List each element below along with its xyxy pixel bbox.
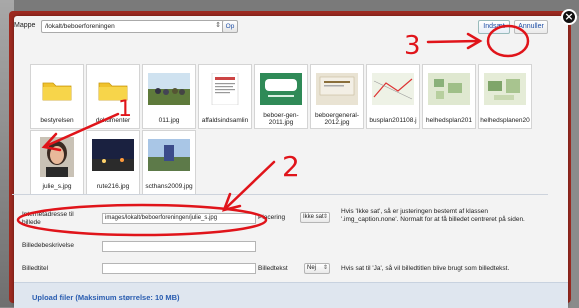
placement-help: Hvis 'Ikke sat', så er justeringen beste… xyxy=(341,208,525,223)
gallery-caption: helhedsplanen20 xyxy=(480,117,530,124)
folder-icon xyxy=(98,82,128,101)
select-arrows-icon: ⇕ xyxy=(215,22,221,29)
gallery-caption: bestyrelsen xyxy=(40,117,74,124)
url-input[interactable]: images/lokalt/beboerforeningen/julie_s.j… xyxy=(102,213,256,224)
placement-value: Ikke sat xyxy=(303,214,324,220)
title-label: Billedtitel xyxy=(22,265,49,272)
gallery-caption: busplan201108.j xyxy=(369,117,417,124)
gallery-caption: beboer-gen-2011.jpg xyxy=(263,112,299,126)
placement-label: Placering xyxy=(258,214,286,221)
map-thumbnail xyxy=(428,73,470,105)
gallery-caption: scthans2009.jpg xyxy=(145,183,193,190)
caption-help: Hvis sat til 'Ja', så vil billedtitlen b… xyxy=(341,265,510,272)
gallery-caption: affaldsindsamlin xyxy=(201,117,249,124)
gallery-item[interactable]: scthans2009.jpg xyxy=(142,130,196,195)
close-icon[interactable]: × xyxy=(561,9,577,25)
gallery-caption: 011.jpg xyxy=(158,117,180,124)
gallery-item[interactable]: affaldsindsamlin xyxy=(198,64,252,129)
gallery-item[interactable]: beboergeneral-2012.jpg xyxy=(310,64,364,129)
map-thumbnail xyxy=(484,73,526,105)
select-arrows-icon: ⇕ xyxy=(322,265,328,271)
folder-label: Mappe xyxy=(14,22,36,29)
insert-button[interactable]: Indsæt xyxy=(478,20,510,34)
folder-bar: Mappe /lokalt/beboerforeningen ⇕ Op xyxy=(14,20,544,36)
caption-select[interactable]: Nej ⇕ xyxy=(304,263,330,274)
placement-select[interactable]: Ikke sat ⇕ xyxy=(300,212,330,223)
folder-icon xyxy=(42,82,72,101)
caption-label: Billedtekst xyxy=(258,265,288,272)
map-thumbnail xyxy=(372,73,414,105)
upload-section[interactable]: Upload filer (Maksimum størrelse: 10 MB) xyxy=(14,282,568,308)
gallery-caption: rute216.jpg xyxy=(96,183,130,190)
gallery-item[interactable]: bestyrelsen xyxy=(30,64,84,129)
media-gallery: bestyrelsen dokumenter 011.jpg affaldsin… xyxy=(10,46,554,196)
gallery-item[interactable]: busplan201108.j xyxy=(366,64,420,129)
description-input[interactable] xyxy=(102,241,256,252)
url-label: Internetadresse til billede xyxy=(22,211,74,226)
gallery-item[interactable]: 011.jpg xyxy=(142,64,196,129)
gallery-caption: beboergeneral-2012.jpg xyxy=(314,112,360,126)
document-thumbnail xyxy=(211,73,239,105)
caption-value: Nej xyxy=(307,265,317,271)
gallery-item[interactable]: helhedsplan201 xyxy=(422,64,476,129)
gallery-item[interactable]: helhedsplanen20 xyxy=(478,64,532,129)
gallery-item[interactable]: rute216.jpg xyxy=(86,130,140,195)
up-button[interactable]: Op xyxy=(222,20,238,33)
gallery-item[interactable]: dokumenter xyxy=(86,64,140,129)
portrait-thumbnail xyxy=(40,137,74,177)
gallery-caption: helhedsplan201 xyxy=(426,117,472,124)
gallery-item[interactable]: beboer-gen-2011.jpg xyxy=(254,64,308,129)
photo-thumbnail xyxy=(148,139,190,171)
upload-title: Upload filer (Maksimum størrelse: 10 MB) xyxy=(32,293,180,302)
title-input[interactable] xyxy=(102,263,256,274)
folder-select[interactable]: /lokalt/beboerforeningen ⇕ xyxy=(41,20,224,33)
select-arrows-icon: ⇕ xyxy=(322,214,328,220)
photo-thumbnail xyxy=(316,73,358,105)
poster-thumbnail xyxy=(260,73,302,105)
image-properties-form: Internetadresse til billede images/lokal… xyxy=(12,194,548,285)
divider xyxy=(12,194,548,195)
folder-value: /lokalt/beboerforeningen xyxy=(45,23,115,30)
description-label: Billedebeskrivelse xyxy=(22,242,75,249)
gallery-item[interactable]: julie_s.jpg xyxy=(30,130,84,195)
photo-thumbnail xyxy=(92,139,134,171)
cancel-button[interactable]: Annuller xyxy=(514,20,548,34)
gallery-caption: julie_s.jpg xyxy=(42,183,72,190)
gallery-caption: dokumenter xyxy=(95,117,131,124)
photo-thumbnail xyxy=(148,73,190,105)
